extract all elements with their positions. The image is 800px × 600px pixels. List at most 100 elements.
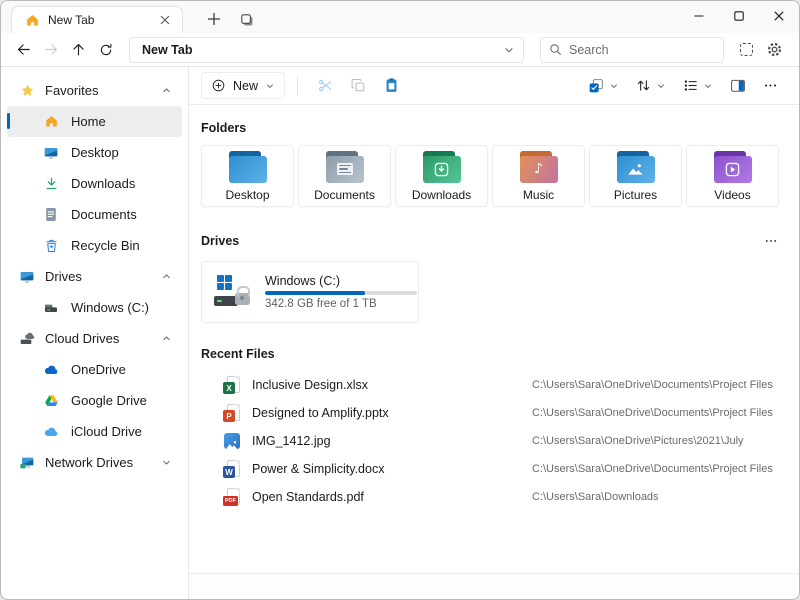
new-button-label: New	[233, 79, 258, 93]
sidebar-item-label: Downloads	[71, 176, 182, 191]
file-row[interactable]: X Inclusive Design.xlsx C:\Users\Sara\On…	[201, 371, 783, 399]
search-input[interactable]	[569, 43, 715, 57]
sidebar-item-home[interactable]: Home	[7, 106, 182, 137]
folder-card-documents[interactable]: Documents	[298, 145, 391, 207]
file-explorer-window: New Tab	[0, 0, 800, 600]
desktop-folder-icon	[227, 151, 269, 183]
recycle-bin-icon	[43, 238, 59, 254]
sidebar-section-label: Drives	[45, 269, 151, 284]
sidebar-section-cloud-drives[interactable]: Cloud Drives	[7, 323, 182, 354]
cut-button[interactable]	[310, 71, 341, 101]
tab-new-tab[interactable]: New Tab	[11, 6, 183, 33]
monitor-icon	[19, 269, 35, 285]
sidebar-item-downloads[interactable]: Downloads	[7, 168, 182, 199]
sidebar-item-onedrive[interactable]: OneDrive	[7, 354, 182, 385]
folder-card-videos[interactable]: Videos	[686, 145, 779, 207]
chevron-down-icon	[265, 81, 275, 91]
folder-card-desktop[interactable]: Desktop	[201, 145, 294, 207]
view-button[interactable]	[675, 71, 720, 101]
image-file-icon	[223, 432, 241, 450]
download-arrow-icon	[43, 176, 59, 192]
folder-label: Desktop	[225, 188, 269, 202]
settings-gear-icon[interactable]	[762, 36, 788, 64]
up-button[interactable]	[66, 36, 92, 64]
sidebar: Favorites Home Desktop Downloads	[1, 67, 189, 599]
drive-card-windows-c[interactable]: Windows (C:) 342.8 GB free of 1 TB	[201, 261, 419, 323]
select-button[interactable]	[580, 71, 626, 101]
sidebar-item-documents[interactable]: Documents	[7, 199, 182, 230]
file-name: Inclusive Design.xlsx	[252, 378, 532, 392]
new-button[interactable]: New	[201, 72, 285, 99]
sort-button[interactable]	[628, 71, 673, 101]
tab-list-icon[interactable]	[233, 6, 259, 32]
sidebar-item-label: OneDrive	[71, 362, 182, 377]
chevron-up-icon[interactable]	[161, 271, 172, 282]
file-row[interactable]: IMG_1412.jpg C:\Users\Sara\OneDrive\Pict…	[201, 427, 783, 455]
more-options-button[interactable]	[756, 71, 785, 101]
drive-usage-fill	[265, 291, 365, 295]
sidebar-item-desktop[interactable]: Desktop	[7, 137, 182, 168]
drives-more-button[interactable]	[759, 231, 783, 251]
search-box[interactable]	[540, 37, 724, 63]
tab-title: New Tab	[48, 13, 148, 27]
address-dropdown-chevron-icon[interactable]	[503, 44, 515, 56]
sidebar-section-favorites[interactable]: Favorites	[7, 75, 182, 106]
chevron-up-icon[interactable]	[161, 333, 172, 344]
details-pane-button[interactable]	[722, 71, 754, 101]
home-view: Folders Desktop Documents Down	[189, 105, 799, 573]
recent-files-section-title: Recent Files	[201, 347, 783, 361]
sidebar-section-network-drives[interactable]: Network Drives	[7, 447, 182, 478]
folder-label: Pictures	[614, 188, 657, 202]
tab-close-icon[interactable]	[156, 11, 174, 29]
paste-button[interactable]	[376, 71, 407, 101]
maximize-button[interactable]	[719, 1, 759, 31]
forward-button[interactable]	[39, 36, 65, 64]
copy-button[interactable]	[343, 71, 374, 101]
drive-name: Windows (C:)	[265, 274, 417, 288]
close-button[interactable]	[759, 1, 799, 31]
chevron-down-icon[interactable]	[161, 457, 172, 468]
ocr-select-icon[interactable]	[734, 36, 760, 64]
pictures-folder-icon	[615, 151, 657, 183]
downloads-folder-icon	[421, 151, 463, 183]
bitlocker-drive-icon	[214, 273, 252, 311]
sidebar-item-windows-c[interactable]: Windows (C:)	[7, 292, 182, 323]
sidebar-item-label: Recycle Bin	[71, 238, 182, 253]
file-row[interactable]: PDF Open Standards.pdf C:\Users\Sara\Dow…	[201, 483, 783, 511]
address-bar[interactable]: New Tab	[129, 37, 524, 63]
new-tab-button[interactable]	[201, 6, 227, 32]
drives-section-title: Drives	[201, 234, 759, 248]
sidebar-item-label: Google Drive	[71, 393, 182, 408]
drive-usage-bar	[265, 291, 417, 295]
folder-card-music[interactable]: ♪ Music	[492, 145, 585, 207]
file-name: IMG_1412.jpg	[252, 434, 532, 448]
sidebar-section-drives[interactable]: Drives	[7, 261, 182, 292]
folder-label: Downloads	[412, 188, 471, 202]
chevron-up-icon[interactable]	[161, 85, 172, 96]
minimize-button[interactable]	[679, 1, 719, 31]
sidebar-item-google-drive[interactable]: Google Drive	[7, 385, 182, 416]
chevron-down-icon	[656, 81, 666, 91]
file-row[interactable]: P Designed to Amplify.pptx C:\Users\Sara…	[201, 399, 783, 427]
star-icon	[19, 83, 35, 99]
back-button[interactable]	[11, 36, 37, 64]
sidebar-section-label: Cloud Drives	[45, 331, 151, 346]
sidebar-item-recycle-bin[interactable]: Recycle Bin	[7, 230, 182, 261]
toolbar-divider	[297, 76, 298, 96]
file-path: C:\Users\Sara\OneDrive\Documents\Project…	[532, 463, 773, 475]
file-row[interactable]: W Power & Simplicity.docx C:\Users\Sara\…	[201, 455, 783, 483]
file-path: C:\Users\Sara\OneDrive\Pictures\2021\Jul…	[532, 435, 744, 447]
folder-card-pictures[interactable]: Pictures	[589, 145, 682, 207]
music-note-icon: ♪	[534, 161, 543, 177]
drives-section-header: Drives	[201, 231, 783, 251]
folder-card-downloads[interactable]: Downloads	[395, 145, 488, 207]
icloud-cloud-icon	[43, 424, 59, 440]
file-path: C:\Users\Sara\OneDrive\Documents\Project…	[532, 379, 773, 391]
folders-row: Desktop Documents Downloads	[201, 145, 783, 207]
excel-file-icon: X	[223, 376, 241, 394]
refresh-button[interactable]	[94, 36, 120, 64]
file-name: Power & Simplicity.docx	[252, 462, 532, 476]
home-icon	[43, 114, 59, 130]
window-controls	[679, 1, 799, 31]
sidebar-item-icloud-drive[interactable]: iCloud Drive	[7, 416, 182, 447]
